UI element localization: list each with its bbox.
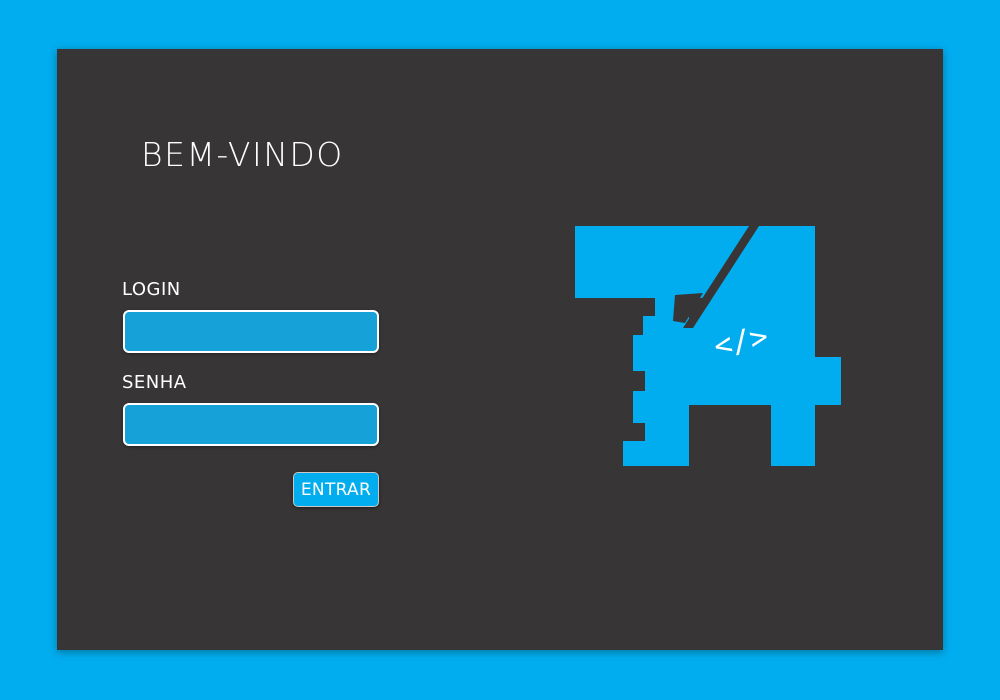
login-label: LOGIN: [122, 279, 181, 300]
welcome-title: BEM-VINDO: [141, 135, 344, 174]
senha-label: SENHA: [122, 372, 187, 393]
entrar-button[interactable]: ENTRAR: [293, 472, 379, 507]
login-panel: BEM-VINDO LOGIN SENHA ENTRAR </>: [57, 49, 943, 650]
t4-gear-logo-icon: </>: [575, 226, 841, 466]
login-input[interactable]: [123, 310, 379, 353]
senha-input[interactable]: [123, 403, 379, 446]
